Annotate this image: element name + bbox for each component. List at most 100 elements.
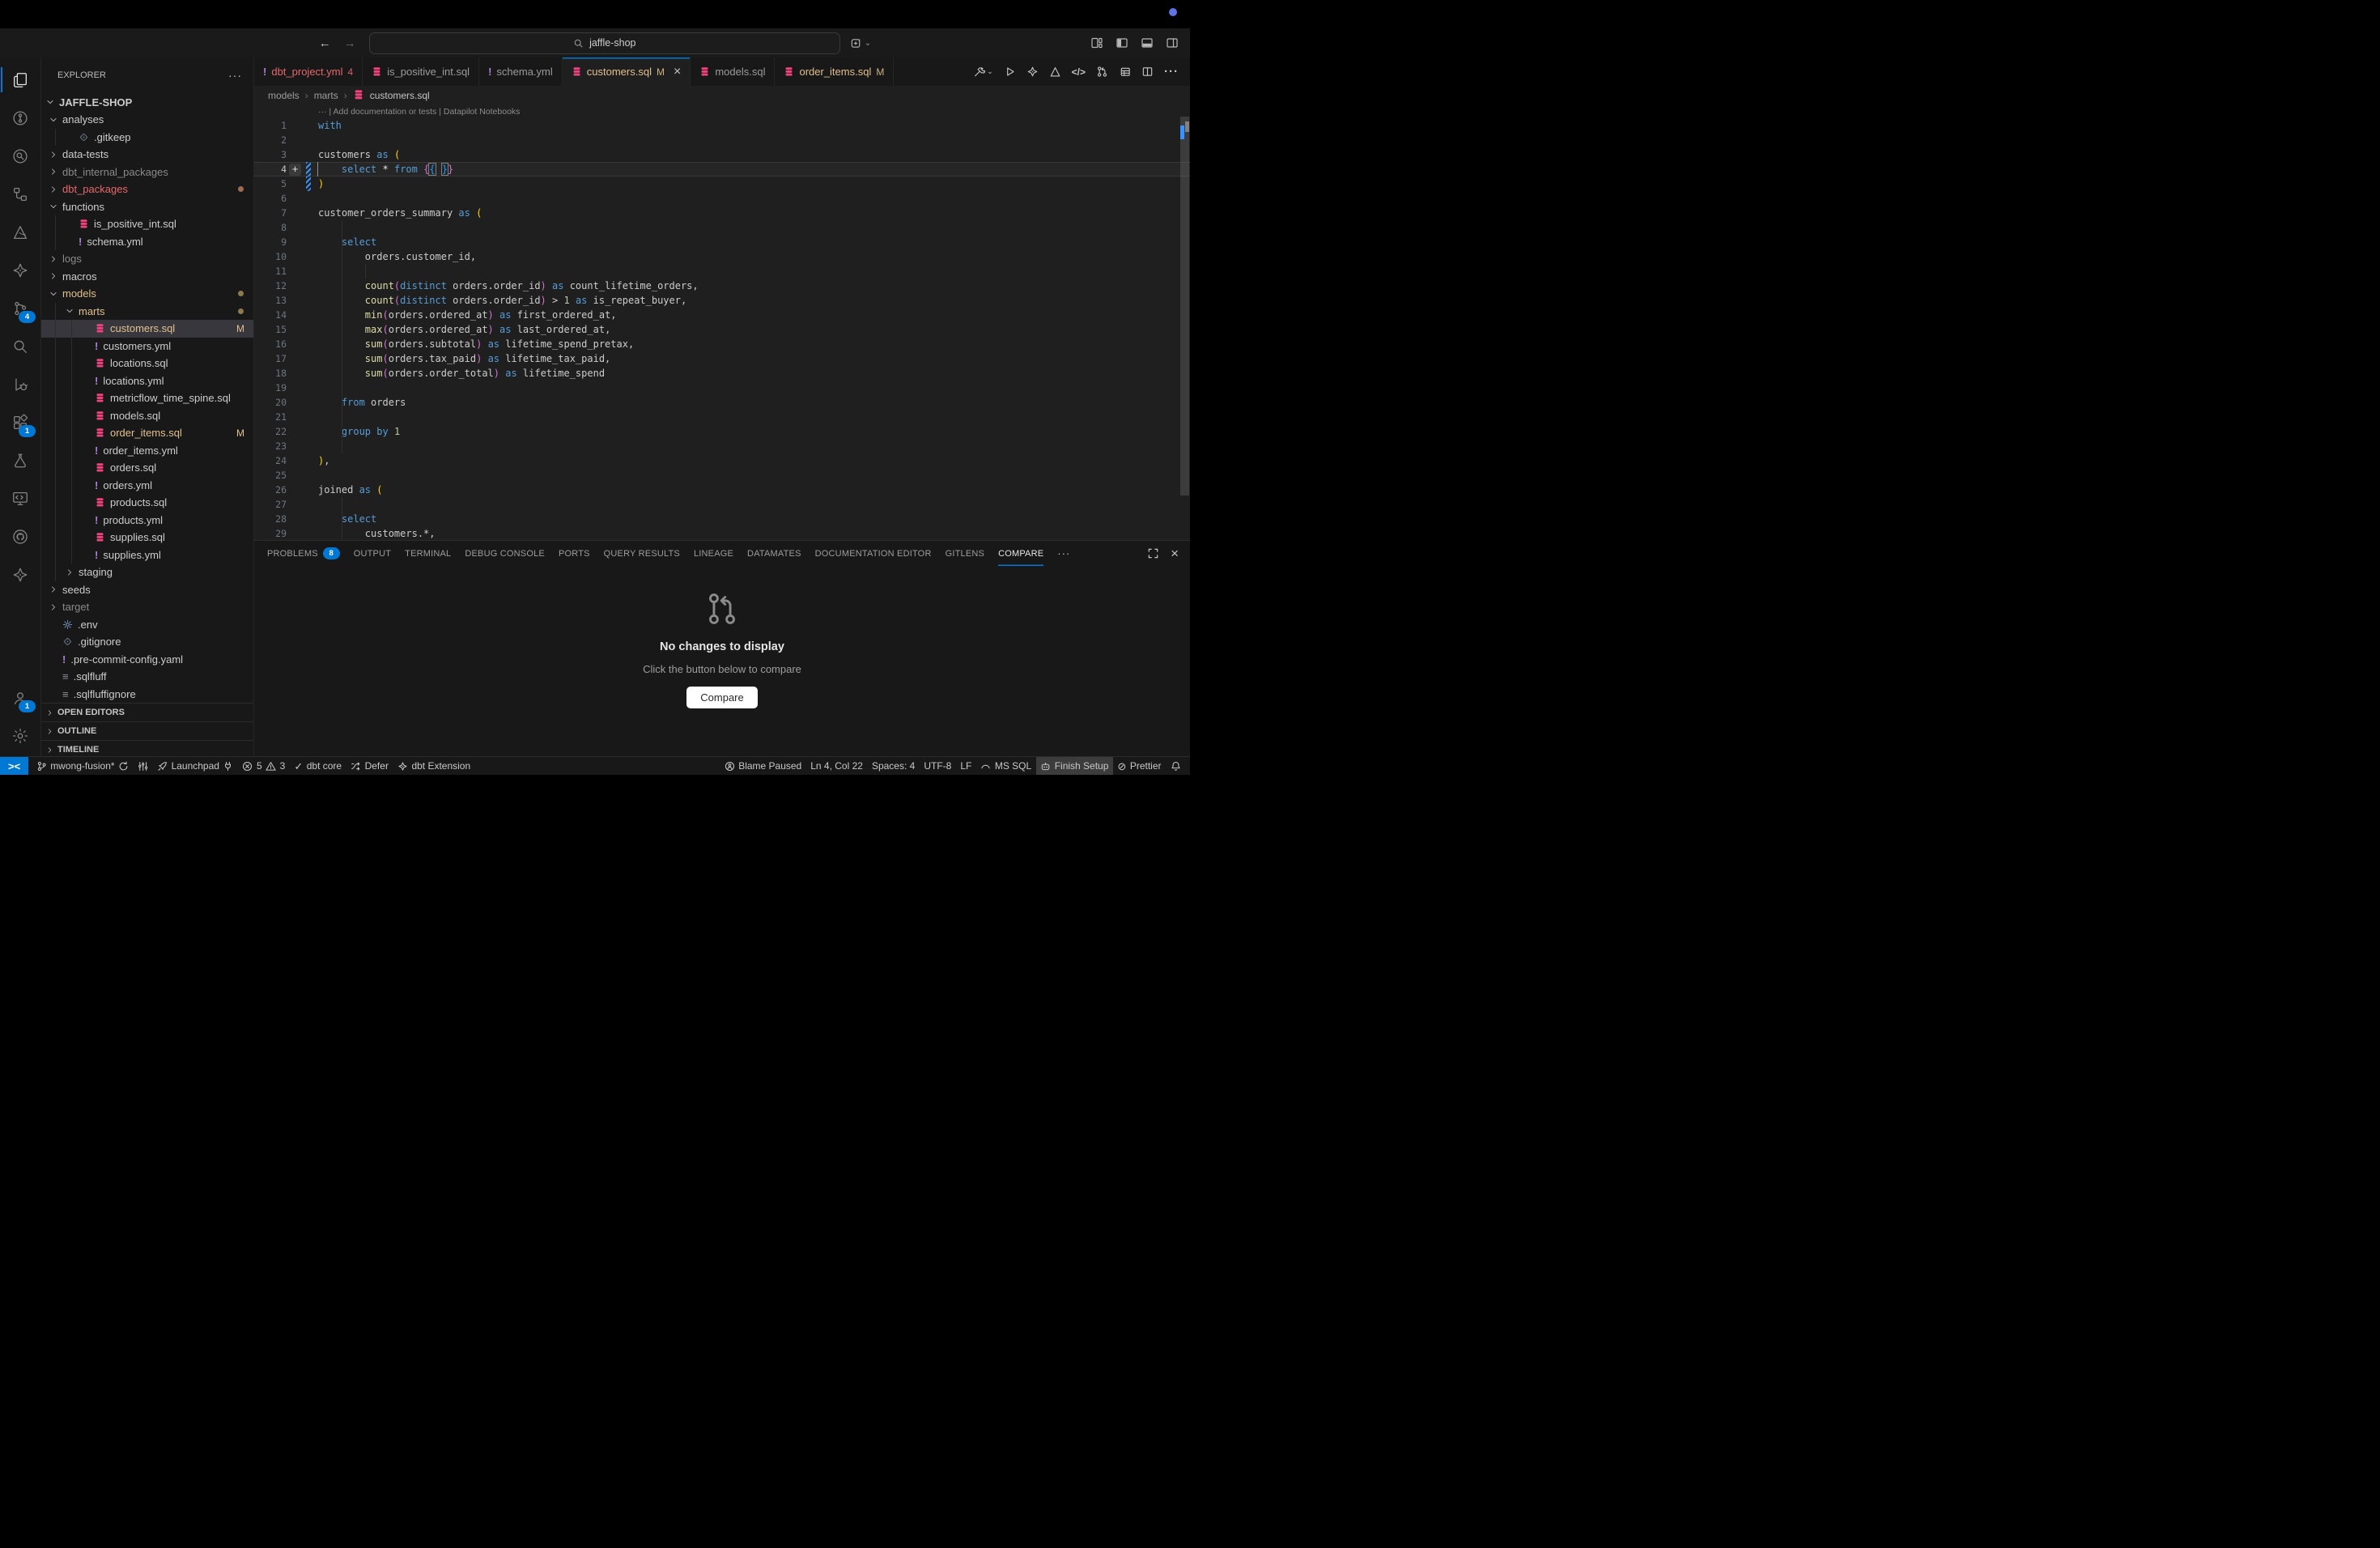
code-line-7[interactable]: 7customer_orders_summary as ( xyxy=(254,206,1190,220)
panel-tab-output[interactable]: OUTPUT xyxy=(354,541,391,566)
activity-item-github[interactable] xyxy=(1,517,40,555)
code-line-26[interactable]: 26joined as ( xyxy=(254,483,1190,497)
code-line-15[interactable]: 15 max(orders.ordered_at) as last_ordere… xyxy=(254,322,1190,337)
status-launchpad[interactable]: Launchpad xyxy=(153,757,238,775)
status-encoding[interactable]: UTF-8 xyxy=(920,757,956,775)
split-editor-action[interactable] xyxy=(1141,66,1154,78)
status-problems-summary[interactable]: 53 xyxy=(238,757,290,775)
code-line-20[interactable]: 20 from orders xyxy=(254,395,1190,410)
add-lens-button[interactable]: + xyxy=(289,164,301,176)
compiled-code-action[interactable]: </> xyxy=(1072,67,1086,77)
code-line-29[interactable]: 29 customers.*, xyxy=(254,526,1190,540)
run-sql-action[interactable] xyxy=(1004,66,1016,78)
dbt-action[interactable] xyxy=(1026,66,1039,78)
sidebar-more-actions[interactable]: ··· xyxy=(228,69,242,82)
tree-file-customers-yml[interactable]: !customers.yml xyxy=(41,338,253,355)
status-tune[interactable] xyxy=(134,757,153,775)
status-defer-toggle[interactable]: Defer xyxy=(346,757,393,775)
activity-item-run-debug[interactable] xyxy=(1,365,40,403)
tree-file-metricflow-time-spine-sql[interactable]: metricflow_time_spine.sql xyxy=(41,389,253,407)
tree-file-order-items-yml[interactable]: !order_items.yml xyxy=(41,442,253,460)
close-icon[interactable]: × xyxy=(674,65,681,79)
code-line-9[interactable]: 9 select xyxy=(254,235,1190,249)
status-git-branch[interactable]: mwong-fusion* xyxy=(32,757,133,775)
tree-folder-functions[interactable]: functions xyxy=(41,198,253,216)
code-line-5[interactable]: 5) xyxy=(254,176,1190,191)
panel-more-actions[interactable]: ··· xyxy=(1057,547,1070,559)
tree-folder-staging[interactable]: staging xyxy=(41,563,253,581)
code-line-24[interactable]: 24), xyxy=(254,453,1190,468)
close-panel-icon[interactable]: × xyxy=(1171,546,1179,562)
code-line-13[interactable]: 13 count(distinct orders.order_id) > 1 a… xyxy=(254,293,1190,308)
tab-order-items-sql[interactable]: order_items.sqlM xyxy=(775,57,894,86)
tree-file-models-sql[interactable]: models.sql xyxy=(41,407,253,425)
activity-item-remote-explorer[interactable] xyxy=(1,479,40,517)
tree-folder-macros[interactable]: macros xyxy=(41,268,253,286)
breadcrumb[interactable]: models › marts › customers.sql xyxy=(254,86,1190,105)
tree-file-products-sql[interactable]: products.sql xyxy=(41,494,253,512)
status-finish-setup[interactable]: Finish Setup xyxy=(1036,757,1113,775)
panel-tab-debug-console[interactable]: DEBUG CONSOLE xyxy=(465,541,545,566)
tree-file-supplies-yml[interactable]: !supplies.yml xyxy=(41,546,253,564)
code-line-18[interactable]: 18 sum(orders.order_total) as lifetime_s… xyxy=(254,366,1190,381)
more-actions[interactable]: ··· xyxy=(1164,66,1179,78)
tab-models-sql[interactable]: models.sql xyxy=(691,57,775,86)
activity-item-settings[interactable] xyxy=(1,717,40,755)
tree-file-orders-sql[interactable]: orders.sql xyxy=(41,459,253,477)
tree-file-customers-sql[interactable]: customers.sqlM xyxy=(41,320,253,338)
panel-tab-query-results[interactable]: QUERY RESULTS xyxy=(604,541,680,566)
code-line-16[interactable]: 16 sum(orders.subtotal) as lifetime_spen… xyxy=(254,337,1190,351)
tree-folder-data-tests[interactable]: data-tests xyxy=(41,146,253,164)
activity-item-extensions[interactable]: 1 xyxy=(1,403,40,441)
tab-dbt-project-yml[interactable]: !dbt_project.yml4 xyxy=(254,57,363,86)
code-line-23[interactable]: 23 xyxy=(254,439,1190,453)
tree-file-sqlfluff[interactable]: ≡.sqlfluff xyxy=(41,668,253,686)
tree-folder-models[interactable]: models xyxy=(41,285,253,303)
activity-item-source-control[interactable]: 4 xyxy=(1,289,40,327)
tree-folder-logs[interactable]: logs xyxy=(41,250,253,268)
tree-file-schema-yml[interactable]: !schema.yml xyxy=(41,233,253,251)
code-line-6[interactable]: 6 xyxy=(254,191,1190,206)
panel-tab-lineage[interactable]: LINEAGE xyxy=(694,541,733,566)
status-cursor-position[interactable]: Ln 4, Col 22 xyxy=(806,757,868,775)
tab-customers-sql[interactable]: customers.sqlM× xyxy=(563,57,691,86)
code-line-12[interactable]: 12 count(distinct orders.order_id) as co… xyxy=(254,279,1190,293)
panel-tab-problems[interactable]: PROBLEMS8 xyxy=(267,541,340,566)
status-dbt-core[interactable]: ✓dbt core xyxy=(290,757,346,775)
panel-tab-gitlens[interactable]: GITLENS xyxy=(946,541,984,566)
sidebar-section-open-editors[interactable]: OPEN EDITORS xyxy=(41,703,253,721)
code-line-3[interactable]: 3customers as ( xyxy=(254,147,1190,162)
status-remote-indicator[interactable]: >< xyxy=(0,757,28,775)
sidebar-section-outline[interactable]: OUTLINE xyxy=(41,721,253,740)
tree-folder-marts[interactable]: marts xyxy=(41,303,253,321)
status-blame-status[interactable]: Blame Paused xyxy=(720,757,806,775)
nav-forward-icon[interactable]: → xyxy=(344,36,356,50)
tree-folder-seeds[interactable]: seeds xyxy=(41,581,253,599)
customize-layout-icon[interactable] xyxy=(1090,36,1103,49)
tree-file-locations-yml[interactable]: !locations.yml xyxy=(41,372,253,390)
code-line-17[interactable]: 17 sum(orders.tax_paid) as lifetime_tax_… xyxy=(254,351,1190,366)
tree-root[interactable]: JAFFLE-SHOP xyxy=(41,93,253,111)
tree-file-env[interactable]: .env xyxy=(41,616,253,634)
compare-button[interactable]: Compare xyxy=(686,687,757,708)
tree-file-is-positive-int-sql[interactable]: is_positive_int.sql xyxy=(41,215,253,233)
tree-file-sqlfluffignore[interactable]: ≡.sqlfluffignore xyxy=(41,686,253,704)
activity-item-query-explorer[interactable] xyxy=(1,137,40,175)
editor-scrollbar[interactable] xyxy=(1180,117,1189,495)
tab-schema-yml[interactable]: !schema.yml xyxy=(479,57,563,86)
status-indentation[interactable]: Spaces: 4 xyxy=(867,757,919,775)
status-language-mode[interactable]: MS SQL xyxy=(976,757,1036,775)
activity-item-dbt-alt[interactable] xyxy=(1,555,40,593)
activity-item-explorer[interactable] xyxy=(1,61,40,99)
tree-file-pre-commit-config-yaml[interactable]: !.pre-commit-config.yaml xyxy=(41,651,253,669)
copilot-menu[interactable]: ⌄ xyxy=(850,37,871,49)
panel-tab-datamates[interactable]: DATAMATES xyxy=(747,541,801,566)
tree-folder-dbt-packages[interactable]: dbt_packages xyxy=(41,181,253,198)
query-results-action[interactable] xyxy=(1119,66,1131,78)
activity-item-altimate[interactable] xyxy=(1,213,40,251)
status-eol[interactable]: LF xyxy=(956,757,976,775)
toggle-panel-icon[interactable] xyxy=(1141,36,1154,49)
activity-item-schema-view[interactable] xyxy=(1,175,40,213)
tree-file-orders-yml[interactable]: !orders.yml xyxy=(41,477,253,495)
tree-file-order-items-sql[interactable]: order_items.sqlM xyxy=(41,424,253,442)
